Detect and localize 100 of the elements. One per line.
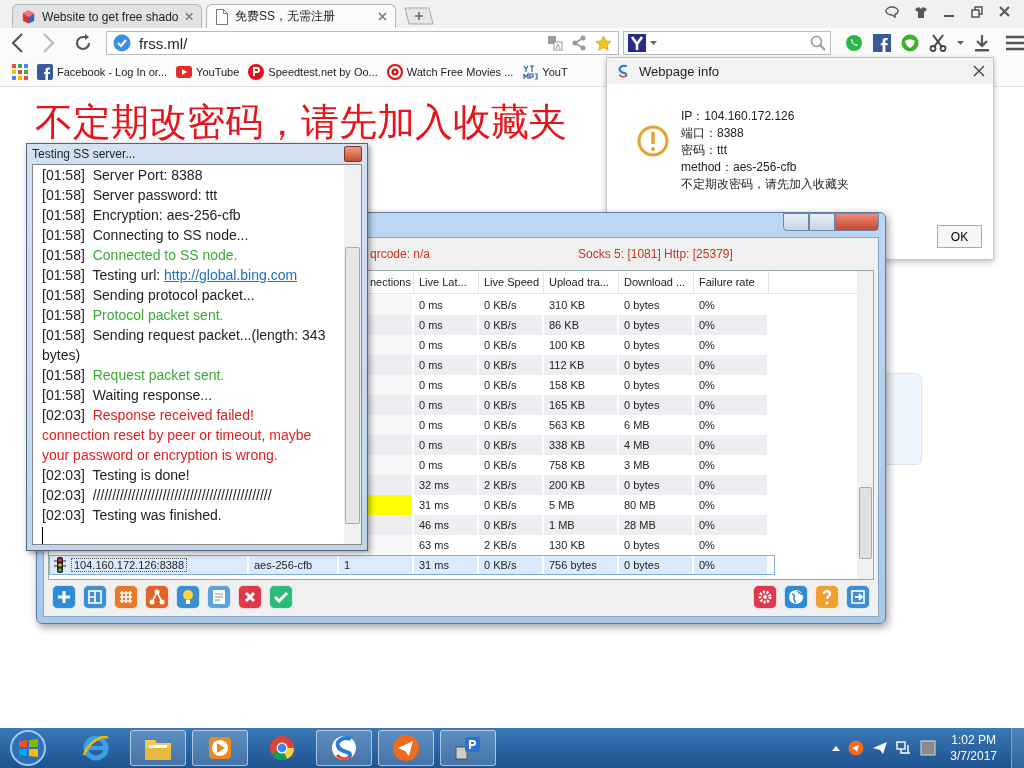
table-cell: 0% — [694, 515, 769, 535]
download-icon[interactable] — [974, 34, 990, 52]
paper-plane-icon[interactable] — [872, 741, 889, 755]
taskbar-button[interactable] — [316, 730, 372, 766]
new-tab-button[interactable] — [404, 7, 434, 25]
caret-icon[interactable] — [957, 41, 964, 45]
star-icon[interactable] — [595, 34, 612, 52]
page-heading: 不定期改密码，请先加入收藏夹 — [35, 102, 567, 142]
scrollbar[interactable] — [857, 271, 873, 579]
log-line: [01:58] Sending request packet...(length: 343 bytes) — [42, 326, 327, 365]
translate-icon[interactable] — [547, 35, 563, 51]
table-cell: 0% — [694, 435, 769, 455]
bookmark-link[interactable]: Facebook - Log In or... — [37, 64, 168, 80]
add-icon[interactable] — [52, 585, 76, 609]
layout-icon[interactable] — [83, 585, 107, 609]
e-logo-icon — [81, 733, 111, 763]
bookmark-link[interactable]: YouTube — [176, 66, 240, 78]
close-icon[interactable] — [999, 6, 1010, 17]
table-cell: 0 bytes — [619, 555, 694, 575]
settings-icon[interactable] — [753, 585, 777, 609]
notepad-icon[interactable] — [207, 585, 231, 609]
column-header[interactable]: Upload tra... — [549, 276, 609, 288]
apps-grid-icon[interactable] — [12, 64, 28, 80]
bookmark-link[interactable]: Watch Free Movies ... — [386, 64, 514, 80]
exit-icon[interactable] — [846, 585, 870, 609]
log-line: [01:58] Server Port: 8388 — [42, 166, 204, 185]
taskbar-button[interactable] — [130, 730, 186, 766]
browser-tab[interactable]: 免费SS，无需注册 — [206, 4, 396, 28]
bookmark-link[interactable]: Speedtest.net by Oo... — [248, 64, 378, 80]
taskbar-button[interactable] — [440, 730, 496, 766]
table-cell: 0% — [694, 355, 769, 375]
table-cell: 46 ms — [414, 515, 479, 535]
close-icon[interactable] — [973, 65, 985, 77]
globe-icon[interactable] — [784, 585, 808, 609]
table-cell: 200 KB — [544, 475, 619, 495]
network-status-icon[interactable] — [896, 740, 913, 756]
table-cell: 0 bytes — [619, 355, 694, 375]
log-line: [01:58] Encryption: aes-256-cfb — [42, 206, 242, 225]
status-text: Socks 5: [1081] Http: [25379] — [578, 247, 733, 261]
column-header[interactable]: Live Lat... — [419, 276, 467, 288]
table-cell: 31 ms — [414, 555, 479, 575]
table-cell: 32 ms — [414, 475, 479, 495]
show-hidden-icon[interactable] — [832, 745, 841, 751]
caret-icon[interactable] — [650, 41, 657, 45]
table-cell: 28 MB — [619, 515, 694, 535]
taskbar-button[interactable] — [192, 730, 248, 766]
column-header[interactable]: Download ... — [624, 276, 686, 288]
warning-icon — [637, 125, 669, 157]
ok-button[interactable]: OK — [937, 225, 982, 248]
back-icon[interactable] — [10, 33, 24, 53]
info-line: method：aes-256-cfb — [681, 159, 798, 176]
restore-icon[interactable] — [971, 6, 983, 18]
column-header[interactable]: Live Speed — [484, 276, 540, 288]
phone-bubble-icon[interactable] — [845, 34, 863, 52]
f-square-icon[interactable] — [873, 34, 891, 52]
bookmark-link[interactable]: YouT — [522, 64, 568, 80]
check-icon[interactable] — [269, 585, 293, 609]
delete-icon[interactable] — [238, 585, 262, 609]
reload-icon[interactable] — [74, 34, 92, 52]
mp3-icon — [522, 64, 539, 80]
shirt-icon[interactable] — [915, 6, 927, 18]
grid-icon[interactable] — [114, 585, 138, 609]
log-line: [02:03] Response received failed! — [42, 406, 255, 425]
bulb-icon[interactable] — [176, 585, 200, 609]
shield-icon[interactable] — [901, 34, 919, 52]
column-header[interactable]: Failure rate — [699, 276, 755, 288]
menu-icon[interactable] — [1006, 35, 1024, 51]
log-line: [02:03] Testing is done! — [42, 466, 191, 485]
p-circle-icon — [248, 64, 265, 80]
address-field[interactable]: frss.ml/ — [106, 31, 619, 55]
y-logo-icon — [628, 34, 646, 52]
scissors-icon[interactable] — [929, 34, 947, 52]
search-field[interactable] — [623, 31, 831, 55]
tray-app-icon[interactable] — [848, 740, 865, 756]
text-cursor — [42, 527, 43, 544]
table-cell: 338 KB — [544, 435, 619, 455]
link[interactable]: http://global.bing.com — [164, 267, 298, 283]
table-cell: 0 KB/s — [479, 355, 544, 375]
browser-tab[interactable]: Website to get free shado — [12, 4, 202, 28]
play-button-icon — [176, 66, 193, 78]
table-cell: 1 MB — [544, 515, 619, 535]
table-cell: 104.160.172.126:8388 — [72, 559, 187, 571]
show-desktop-button[interactable] — [1011, 728, 1024, 768]
maximize-button[interactable] — [809, 213, 835, 231]
share-icon[interactable] — [571, 35, 587, 51]
search-icon[interactable] — [810, 35, 826, 51]
scrollbar[interactable] — [344, 165, 361, 544]
cube-icon — [21, 8, 36, 25]
close-icon[interactable] — [378, 12, 387, 21]
share-icon[interactable] — [145, 585, 169, 609]
tray-square-icon[interactable] — [920, 740, 937, 756]
column-header[interactable]: nections — [370, 276, 411, 288]
minimize-button[interactable] — [783, 213, 809, 231]
chat-icon[interactable] — [885, 6, 899, 18]
start-button[interactable] — [8, 728, 48, 768]
close-button[interactable] — [344, 146, 362, 162]
taskbar-button[interactable] — [378, 730, 434, 766]
dialog-title: Webpage info — [639, 63, 720, 79]
table-cell: 0 KB/s — [479, 395, 544, 415]
f-square-icon — [37, 64, 53, 80]
